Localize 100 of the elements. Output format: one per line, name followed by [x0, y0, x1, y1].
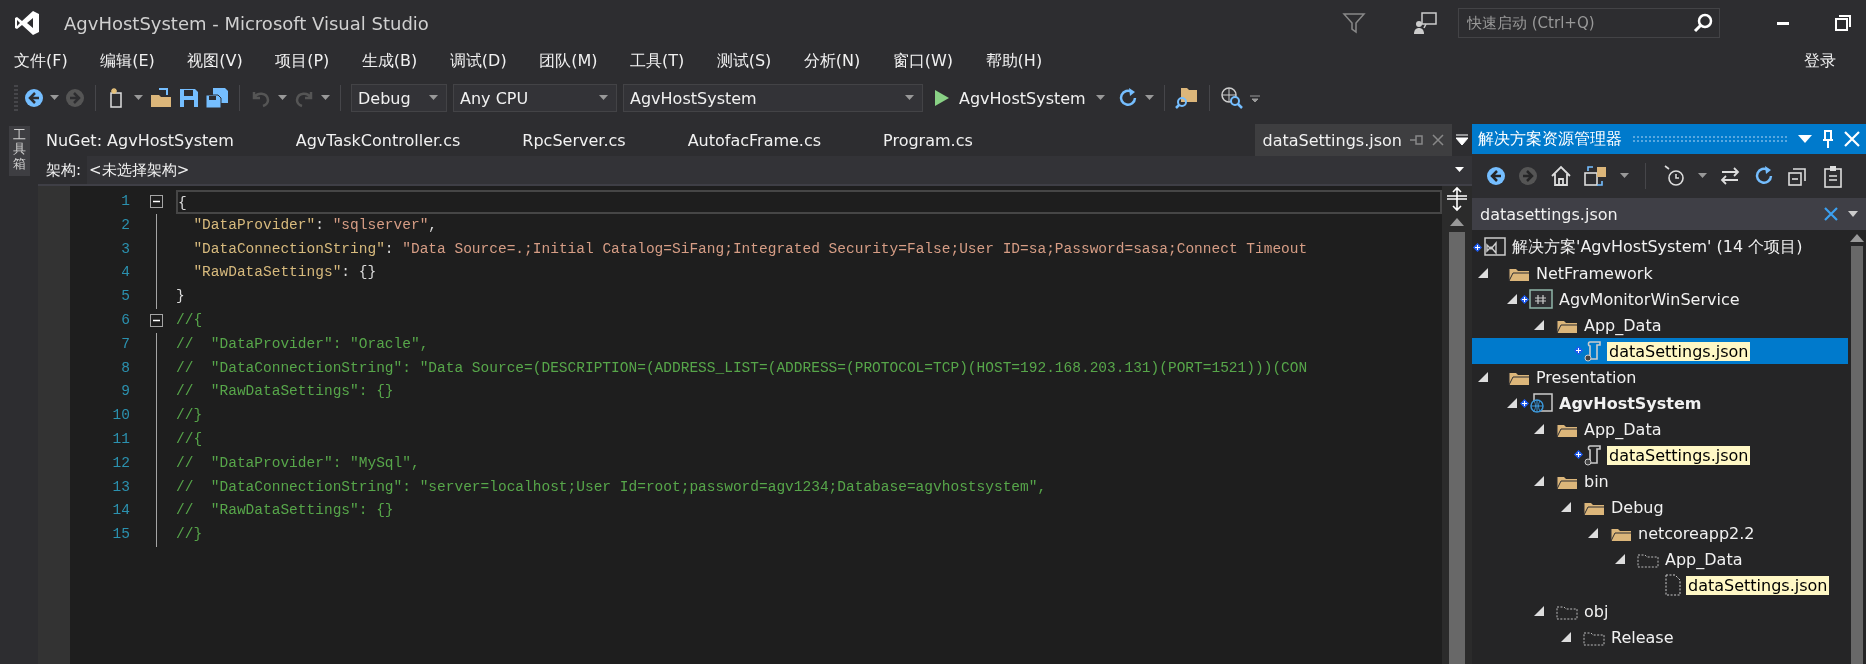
tree-row[interactable]: dataSettings.json — [1472, 338, 1848, 364]
menu-item[interactable]: 窗口(W) — [882, 50, 964, 72]
expanded-arrow-icon[interactable] — [1534, 606, 1544, 616]
expanded-arrow-icon[interactable] — [1561, 632, 1571, 642]
configuration-dropdown[interactable]: Debug — [351, 84, 447, 112]
tree-row[interactable]: App_Data — [1472, 416, 1848, 442]
toolbox-tab[interactable]: 工具箱 — [8, 126, 30, 176]
menu-item[interactable]: 编辑(E) — [90, 50, 165, 72]
dropdown-caret-icon[interactable] — [599, 95, 608, 101]
expanded-arrow-icon[interactable] — [1507, 398, 1517, 408]
pin-icon[interactable] — [1822, 130, 1834, 148]
start-button[interactable]: AgvHostSystem — [929, 84, 1111, 112]
tab-list-icon[interactable] — [1456, 134, 1468, 146]
dropdown-caret-icon[interactable] — [1848, 211, 1858, 217]
search-icon[interactable] — [1693, 13, 1713, 33]
tree-row[interactable]: Debug — [1472, 494, 1848, 520]
scroll-up-icon[interactable] — [1450, 218, 1464, 226]
properties-icon[interactable] — [1821, 164, 1845, 188]
switch-views-icon[interactable] — [1584, 165, 1608, 187]
tree-row[interactable]: netcoreapp2.2 — [1472, 520, 1848, 546]
scroll-up-icon[interactable] — [1850, 234, 1864, 242]
code-line: //{ — [176, 429, 203, 449]
tree-row[interactable]: Release — [1472, 624, 1848, 650]
sign-in-link[interactable]: 登录 — [1804, 50, 1836, 72]
tree-row[interactable]: NetFramework — [1472, 260, 1848, 286]
expanded-arrow-icon[interactable] — [1507, 294, 1517, 304]
back-icon[interactable] — [1486, 166, 1506, 186]
search-field[interactable]: datasettings.json — [1472, 198, 1866, 230]
expanded-arrow-icon[interactable] — [1534, 320, 1544, 330]
document-tab[interactable]: NuGet: AgvHostSystem — [38, 124, 288, 156]
dropdown-caret-icon[interactable] — [1095, 95, 1105, 101]
menu-item[interactable]: 团队(M) — [529, 50, 608, 72]
feedback-icon[interactable] — [1412, 11, 1438, 35]
clear-search-icon[interactable] — [1824, 207, 1838, 221]
menu-item[interactable]: 视图(V) — [177, 50, 253, 72]
tree-row[interactable]: 解决方案'AgvHostSystem' (14 个项目) — [1472, 234, 1848, 260]
pin-icon[interactable] — [1410, 133, 1424, 147]
menu-item[interactable]: 分析(N) — [793, 50, 871, 72]
expanded-arrow-icon[interactable] — [1615, 554, 1625, 564]
expanded-arrow-icon[interactable] — [1588, 528, 1598, 538]
dropdown-caret-icon[interactable] — [50, 95, 59, 101]
dropdown-caret-icon[interactable] — [134, 95, 143, 101]
collapse-all-icon[interactable] — [1787, 165, 1809, 187]
dropdown-caret-icon[interactable] — [429, 95, 438, 101]
startup-project-dropdown[interactable]: AgvHostSystem — [623, 84, 923, 112]
find-in-folder-icon[interactable] — [1174, 86, 1199, 110]
filter-icon[interactable] — [1342, 11, 1366, 35]
platform-dropdown[interactable]: Any CPU — [453, 84, 617, 112]
refresh-icon[interactable] — [1753, 165, 1775, 187]
scrollbar-thumb[interactable] — [1449, 232, 1465, 664]
scrollbar-thumb[interactable] — [1851, 246, 1863, 664]
tree-row[interactable]: dataSettings.json — [1472, 442, 1848, 468]
tree-row[interactable]: AgvMonitorWinService — [1472, 286, 1848, 312]
tree-row[interactable]: App_Data — [1472, 312, 1848, 338]
tree-row[interactable]: AgvHostSystem — [1472, 390, 1848, 416]
collapse-toggle-icon[interactable] — [150, 314, 163, 328]
menu-item[interactable]: 工具(T) — [619, 50, 695, 72]
tree-row[interactable]: dataSettings.json — [1472, 572, 1848, 598]
document-tab[interactable]: AutofacFrame.cs — [679, 124, 876, 156]
browser-search-icon[interactable] — [1219, 86, 1244, 110]
collapse-toggle-icon[interactable] — [150, 195, 163, 209]
dropdown-caret-icon[interactable] — [321, 95, 330, 101]
expanded-arrow-icon[interactable] — [1561, 502, 1571, 512]
toolbar-overflow-icon[interactable] — [1249, 93, 1260, 103]
sync-icon[interactable] — [1719, 165, 1741, 187]
save-icon[interactable] — [179, 88, 199, 108]
tree-row[interactable]: bin — [1472, 468, 1848, 494]
document-tab[interactable]: RpcServer.cs — [514, 124, 680, 156]
dropdown-caret-icon[interactable] — [905, 95, 914, 101]
pending-changes-icon[interactable] — [1662, 164, 1686, 188]
split-window-icon[interactable] — [1445, 186, 1469, 212]
nav-bar-label: 架构: — [45, 160, 83, 180]
menu-item[interactable]: 文件(F) — [4, 50, 78, 72]
expanded-arrow-icon[interactable] — [1478, 372, 1488, 382]
expanded-arrow-icon[interactable] — [1534, 476, 1544, 486]
dropdown-caret-icon[interactable] — [1144, 95, 1154, 101]
menu-item[interactable]: 生成(B) — [351, 50, 428, 72]
schema-dropdown[interactable]: <未选择架构> — [87, 156, 1472, 184]
home-icon[interactable] — [1550, 165, 1572, 187]
tree-row[interactable]: Presentation — [1472, 364, 1848, 390]
save-all-icon[interactable] — [205, 87, 229, 109]
tree-row[interactable]: obj — [1472, 598, 1848, 624]
document-tab[interactable]: dataSettings.json — [1254, 124, 1452, 156]
close-icon[interactable] — [1432, 134, 1444, 146]
dropdown-caret-icon[interactable] — [278, 95, 287, 101]
menu-item[interactable]: 项目(P) — [265, 50, 340, 72]
menu-item[interactable]: 调试(D) — [439, 50, 517, 72]
open-folder-icon[interactable] — [149, 87, 173, 109]
dropdown-caret-icon[interactable] — [1798, 134, 1812, 144]
dropdown-caret-icon[interactable] — [1698, 173, 1707, 179]
dropdown-caret-icon[interactable] — [1620, 173, 1629, 179]
expanded-arrow-icon[interactable] — [1478, 268, 1488, 278]
document-tab[interactable]: AgvTaskController.cs — [287, 124, 515, 156]
quick-launch-field[interactable]: 快速启动 (Ctrl+Q) — [1458, 8, 1720, 38]
back-icon[interactable] — [24, 88, 44, 108]
menu-item[interactable]: 测试(S) — [706, 50, 782, 72]
document-tab[interactable]: Program.cs — [875, 124, 1027, 156]
expanded-arrow-icon[interactable] — [1534, 424, 1544, 434]
tree-row[interactable]: App_Data — [1472, 546, 1848, 572]
menu-item[interactable]: 帮助(H) — [975, 50, 1053, 72]
